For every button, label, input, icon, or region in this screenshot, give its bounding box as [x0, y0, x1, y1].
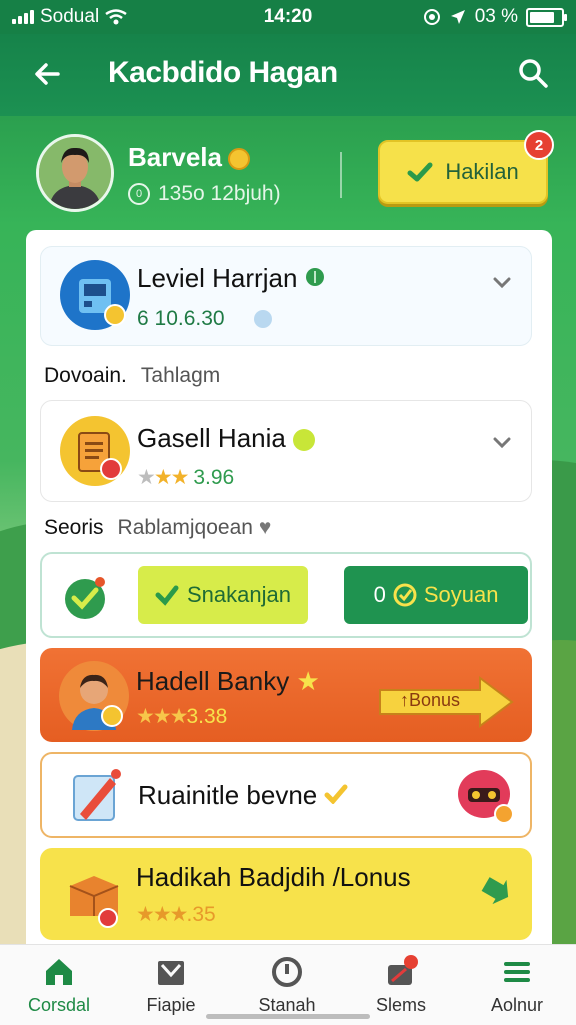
nav-item-home[interactable]: Corsdal — [4, 955, 114, 1016]
pencil-note-icon — [73, 769, 121, 821]
white-card-title: Ruainitle bevne — [138, 780, 348, 811]
menu-icon — [504, 962, 530, 982]
nav-item-menu[interactable]: Aolnur — [462, 955, 572, 1016]
level-title-text: Leviel Harrjan — [137, 263, 298, 293]
arrow-forward-icon[interactable] — [478, 872, 514, 908]
level-title: Leviel Harrjan — [137, 263, 325, 294]
game-rating-value: 3.96 — [193, 466, 235, 489]
ball-icon — [293, 429, 316, 452]
machine-icon — [60, 260, 130, 330]
search-icon[interactable] — [516, 56, 550, 90]
bonus-tag[interactable]: ↑Bonus — [376, 676, 514, 728]
orange-promo-card[interactable]: Hadell Banky ★ ★★★3.38 ↑Bonus — [40, 648, 532, 742]
secondary-action-label: Soyuan — [423, 582, 499, 607]
heart-icon: ♥ — [258, 516, 272, 539]
star-rating-icon: ★★★ — [137, 466, 190, 489]
page-title: Kacbdido Hagan — [108, 56, 338, 89]
check-icon — [407, 162, 433, 182]
app-bar: Kacbdido Hagan — [0, 34, 576, 116]
check-icon — [324, 784, 348, 805]
white-card-title-text: Ruainitle bevne — [138, 780, 318, 810]
check-icon — [155, 585, 179, 606]
yellow-card-rating-value: .35 — [186, 903, 216, 926]
info-dot-icon — [254, 310, 273, 329]
user-name: Barvela — [128, 142, 250, 173]
secondary-action-button[interactable]: 0 Soyuan — [344, 566, 528, 624]
coin-icon — [227, 148, 250, 171]
section-row-1: Dovoain. Tahlagm — [44, 364, 220, 388]
content-panel: Leviel Harrjan 6 10.6.30 Dovoain. Tahlagm… — [26, 230, 552, 950]
status-bar: Sodual 14:20 03 % — [0, 0, 576, 34]
user-portrait-icon — [39, 137, 111, 209]
game-title-text: Gasell Hania — [137, 423, 286, 453]
bottom-nav: Corsdal Fiapie Stanah Slems Aolnur — [0, 944, 576, 1025]
orange-card-rating: ★★★3.38 — [136, 704, 227, 729]
game-rating: ★★★ 3.96 — [137, 465, 234, 490]
section-row-2: Seoris Rablamjqoean ♥ — [44, 516, 271, 540]
target-check-icon — [393, 583, 417, 607]
clipboard-icon — [60, 416, 130, 486]
yellow-card-title: Hadikah Badjdih /Lonus — [136, 862, 411, 892]
section-label-2: Seoris — [44, 516, 104, 539]
chevron-down-icon[interactable] — [491, 431, 513, 453]
orange-card-rating-value: 3.38 — [186, 705, 228, 728]
star-rating-icon: ★★★ — [136, 705, 189, 728]
yellow-promo-card[interactable]: Hadikah Badjdih /Lonus ★★★.35 — [40, 848, 532, 940]
nav-label-home: Corsdal — [27, 995, 91, 1015]
gift-character-icon — [458, 770, 514, 824]
user-name-text: Barvela — [128, 142, 222, 172]
clock-icon — [272, 957, 302, 987]
level-card[interactable]: Leviel Harrjan 6 10.6.30 — [40, 246, 532, 346]
location-arrow-icon — [450, 10, 465, 24]
battery-icon — [526, 7, 567, 27]
primary-action-label: Snakanjan — [187, 582, 291, 607]
bonus-tag-label: ↑Bonus — [400, 690, 461, 710]
leaf-icon — [305, 268, 324, 286]
divider — [340, 152, 342, 198]
white-promo-card[interactable]: Ruainitle bevne — [40, 752, 532, 838]
box-icon — [69, 876, 119, 928]
primary-action-button[interactable]: Snakanjan — [138, 566, 308, 624]
nav-label-menu: Aolnur — [490, 995, 544, 1015]
orange-card-title-text: Hadell Banky — [136, 666, 290, 696]
avatar[interactable] — [36, 134, 114, 212]
claim-button[interactable]: Hakilan 2 — [378, 130, 554, 204]
claim-button-label: Hakilan — [445, 159, 519, 184]
game-card[interactable]: Gasell Hania ★★★ 3.96 — [40, 400, 532, 502]
bonus-tag-text: Bonus — [409, 690, 461, 710]
battery-percent: 03 % — [474, 6, 518, 27]
home-indicator[interactable] — [206, 1014, 370, 1019]
user-subtitle: 0 135o 12bjuh) — [128, 182, 281, 206]
section-label-1: Dovoain. — [44, 364, 127, 387]
chevron-down-icon[interactable] — [491, 271, 513, 293]
actions-card: Snakanjan 0 Soyuan — [40, 552, 532, 638]
nav-item-map[interactable]: Fiapie — [116, 955, 226, 1016]
home-icon — [46, 959, 72, 985]
kid-avatar-icon — [59, 661, 129, 731]
section-value-2: Rablamjqoean — [117, 516, 253, 539]
user-subtitle-text: 135o 12bjuh) — [158, 182, 281, 205]
check-badge-icon — [65, 577, 105, 619]
back-arrow-icon[interactable] — [28, 54, 68, 94]
section-value-1: Tahlagm — [140, 364, 221, 387]
nav-item-clock[interactable]: Stanah — [232, 955, 342, 1016]
nav-item-bag[interactable]: Slems — [346, 955, 456, 1016]
map-icon — [158, 961, 184, 985]
notification-badge: 2 — [524, 130, 554, 160]
target-icon — [423, 9, 440, 25]
nav-label-clock: Stanah — [258, 995, 316, 1015]
bag-icon — [388, 955, 418, 985]
orange-card-title: Hadell Banky ★ — [136, 666, 320, 697]
star-rating-icon: ★★★ — [136, 903, 189, 926]
level-value-text: 6 10.6.30 — [137, 307, 225, 330]
yellow-card-rating: ★★★.35 — [136, 902, 216, 927]
secondary-count: 0 — [373, 582, 386, 607]
nav-label-bag: Slems — [375, 995, 426, 1015]
game-title: Gasell Hania — [137, 423, 316, 454]
clock-small-icon: 0 — [128, 183, 150, 205]
profile-header: Barvela 0 135o 12bjuh) Hakilan 2 — [0, 116, 576, 230]
level-value: 6 10.6.30 — [137, 307, 273, 331]
star-icon: ★ — [296, 666, 320, 696]
nav-label-map: Fiapie — [146, 995, 196, 1015]
